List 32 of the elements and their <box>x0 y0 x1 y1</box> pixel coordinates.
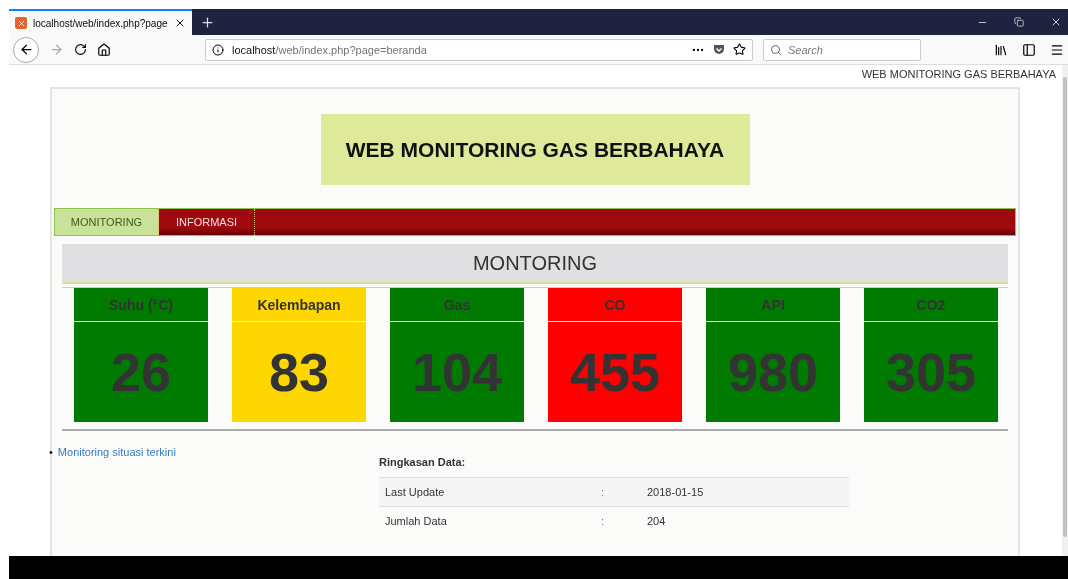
row-label: Jumlah Data <box>385 515 448 527</box>
sensor-label: API <box>706 288 840 322</box>
page-title: WEB MONITORING GAS BERBAHAYA <box>320 114 750 185</box>
search-field[interactable]: Search <box>788 40 914 59</box>
sensor-value: 104 <box>410 341 504 404</box>
section-title: MONTORING <box>62 244 1008 284</box>
sensor-value: 83 <box>267 341 331 404</box>
sensor-label: Gas <box>390 288 524 322</box>
sensor-label: Kelembapan <box>232 288 366 322</box>
row-value: 204 <box>647 515 666 527</box>
sensor-value: 305 <box>884 341 978 404</box>
sensor-label: Suhu (°C) <box>74 288 208 322</box>
summary-title: Ringkasan Data: <box>379 456 467 470</box>
bullet: • <box>49 446 53 458</box>
row-separator: : <box>601 486 606 498</box>
search-box[interactable]: Search <box>763 38 921 61</box>
url-path: /web/index.php?page=beranda <box>275 43 427 56</box>
sensor-value: 455 <box>568 341 662 404</box>
nav-tab[interactable]: INFORMASI <box>159 209 255 235</box>
header-text: WEB MONITORING GAS BERBAHAYA <box>861 67 1057 82</box>
sensor-value: 980 <box>726 341 820 404</box>
sensor-label: CO <box>548 288 682 322</box>
sensor-label: CO2 <box>864 288 998 322</box>
address-bar[interactable]: localhost/web/index.php?page=beranda <box>205 38 753 61</box>
row-label: Last Update <box>385 486 446 498</box>
sensor-value: 26 <box>109 341 173 404</box>
browser-tab[interactable]: localhost/web/index.php?page <box>9 9 192 35</box>
link[interactable]: Monitoring situasi terkini <box>57 446 176 458</box>
url-host: localhost <box>232 43 276 56</box>
row-value: 2018-01-15 <box>647 486 704 498</box>
nav-tab[interactable]: MONITORING <box>55 209 159 235</box>
row-separator: : <box>601 515 606 527</box>
